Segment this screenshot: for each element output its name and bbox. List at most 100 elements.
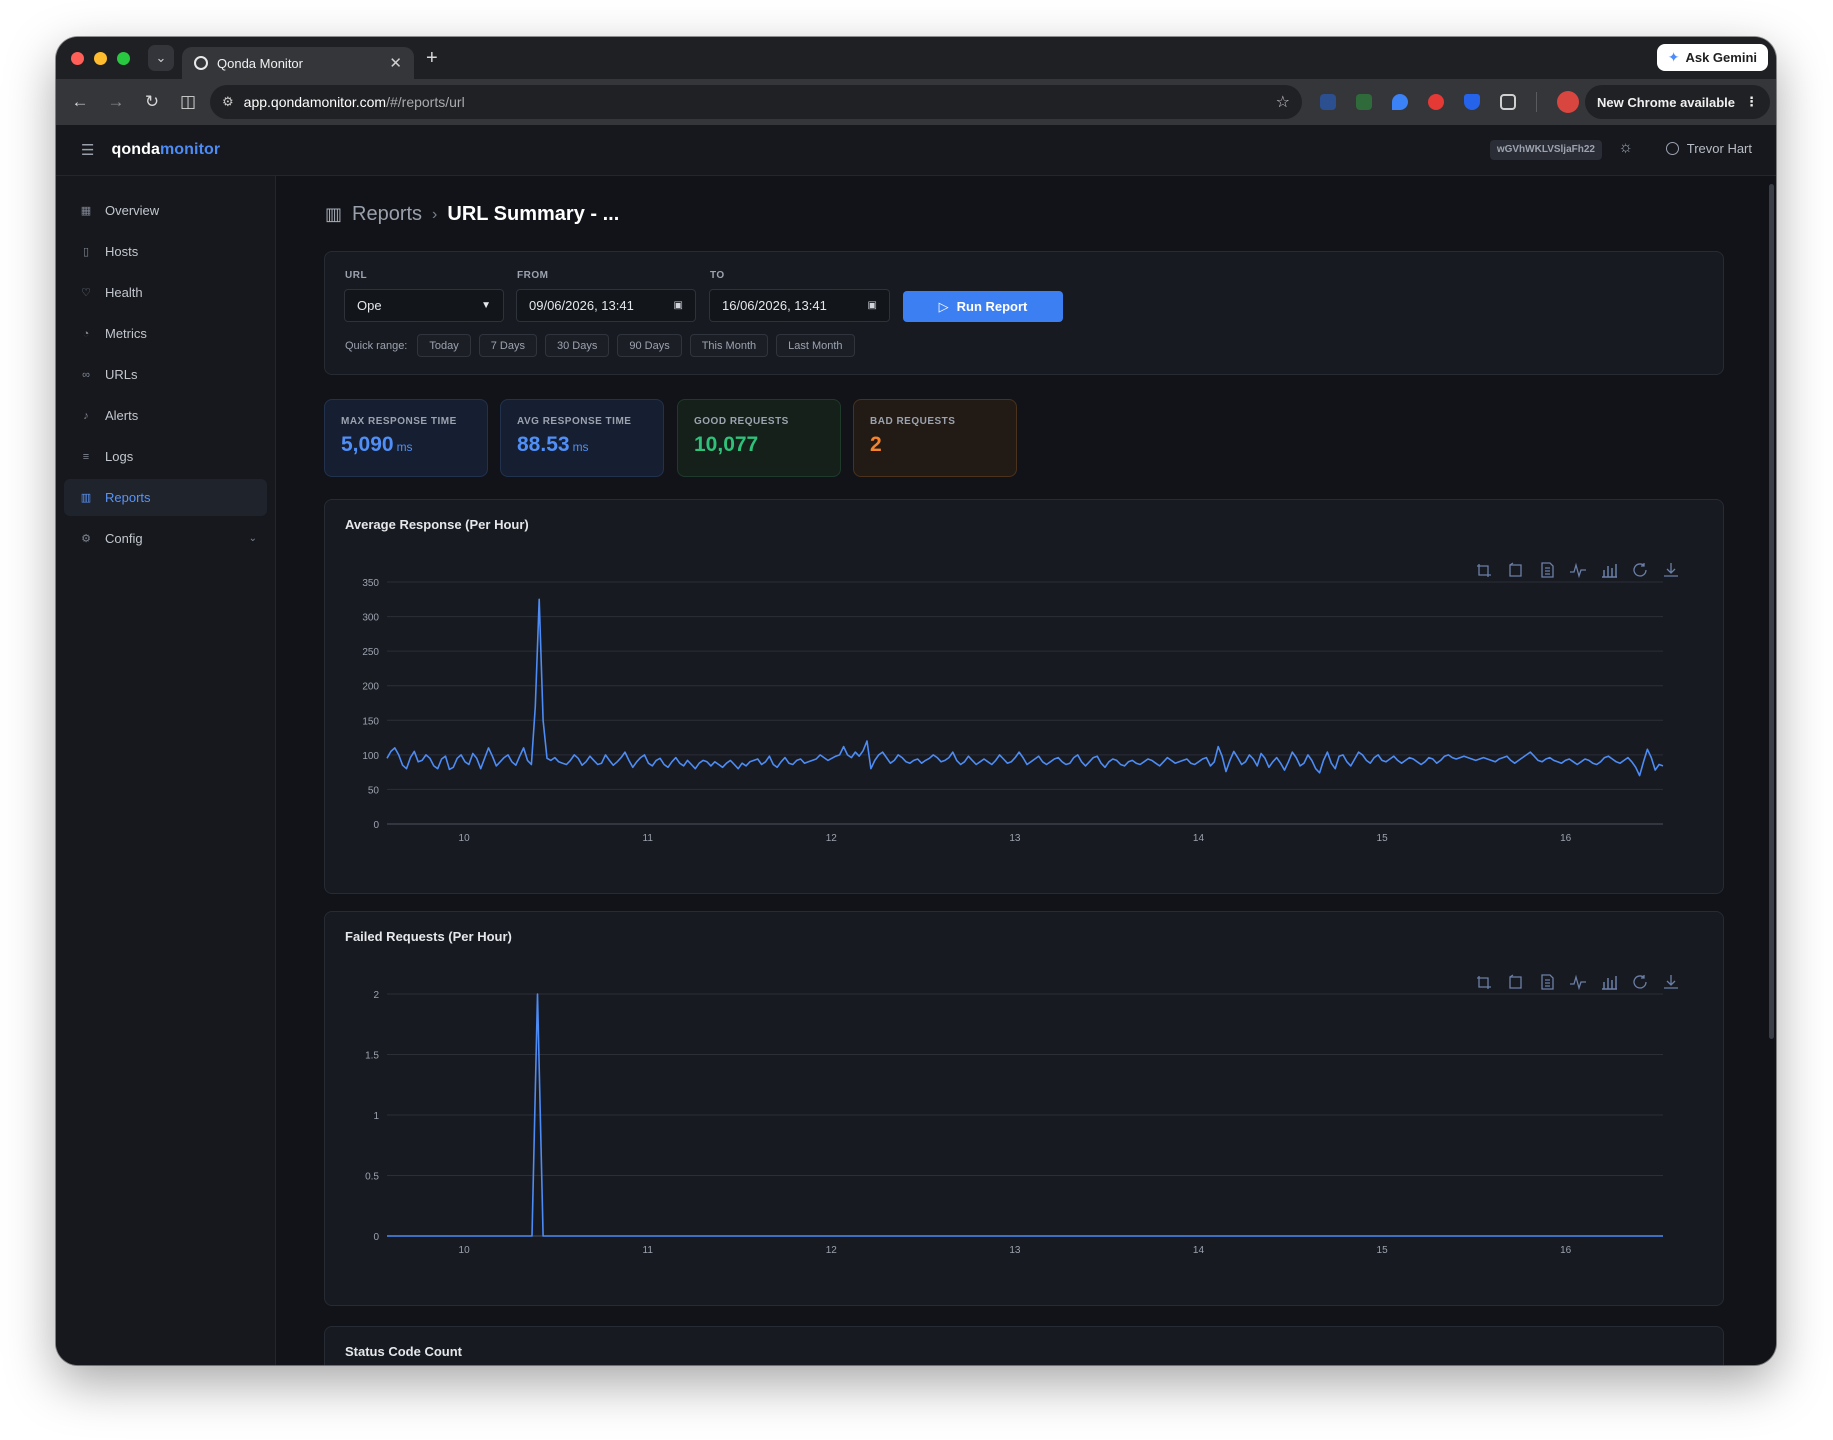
sidebar-item-alerts[interactable]: ♪ Alerts — [64, 397, 267, 434]
page-scrollbar[interactable] — [1769, 184, 1774, 1039]
browser-tab[interactable]: Qonda Monitor ✕ — [182, 47, 414, 79]
sidebar-item-metrics[interactable]: ◔ Metrics — [64, 315, 267, 352]
x-tick-label: 12 — [826, 833, 838, 844]
from-datetime-input[interactable]: 09/06/2026, 13:41 ▣ — [516, 289, 696, 322]
ask-gemini-button[interactable]: ✦ Ask Gemini — [1656, 44, 1768, 71]
extension-1-icon[interactable] — [1320, 94, 1336, 110]
stat-good-requests: GOOD REQUESTS 10,077 — [677, 399, 841, 477]
quick-range-bar: Quick range: Today 7 Days 30 Days 90 Day… — [345, 334, 855, 357]
chevron-down-icon: ▼ — [481, 300, 491, 311]
failed-requests-line-chart: 0 0.5 1 1.5 2 10 11 12 13 14 15 16 — [365, 990, 1663, 1256]
quick-range-90-days[interactable]: 90 Days — [617, 334, 682, 357]
sidebar-item-reports[interactable]: ▥ Reports — [64, 479, 267, 516]
user-menu[interactable]: Trevor Hart — [1665, 141, 1752, 156]
breadcrumb-reports-link[interactable]: Reports — [352, 203, 422, 226]
gemini-spark-icon: ✦ — [1667, 49, 1680, 65]
failed-requests-chart-card: Failed Requests (Per Hour) 0 0.5 1 1.5 2 10 11… — [324, 911, 1724, 1306]
run-report-label: Run Report — [956, 299, 1028, 314]
url-select[interactable]: Ope ▼ — [344, 289, 504, 322]
url-text[interactable]: app.qondamonitor.com/#/reports/url — [244, 94, 1266, 110]
stat-value: 2 — [870, 433, 882, 456]
main-content: ▥ Reports › URL Summary - ... URL Ope ▼ … — [276, 176, 1776, 1365]
bell-icon: ♪ — [83, 409, 89, 422]
to-datetime-input[interactable]: 16/06/2026, 13:41 ▣ — [709, 289, 890, 322]
new-chrome-available-button[interactable]: New Chrome available ⋮ — [1585, 85, 1770, 119]
sidebar-item-urls[interactable]: ∞ URLs — [64, 356, 267, 393]
to-datetime-value: 16/06/2026, 13:41 — [722, 298, 827, 313]
stat-avg-response-time: AVG RESPONSE TIME 88.53 ms — [500, 399, 664, 477]
extension-4-icon[interactable] — [1428, 94, 1444, 110]
y-tick-label: 100 — [362, 751, 379, 762]
reload-icon[interactable]: ↻ — [134, 92, 170, 112]
x-tick-label: 11 — [643, 1245, 654, 1256]
report-filter-card: URL Ope ▼ FROM 09/06/2026, 13:41 ▣ TO 16… — [324, 251, 1724, 375]
sidebar-item-label: Logs — [105, 449, 134, 464]
stat-label: MAX RESPONSE TIME — [341, 416, 457, 427]
run-report-button[interactable]: ▷ Run Report — [903, 291, 1063, 322]
extensions-puzzle-icon[interactable] — [1500, 94, 1516, 110]
profile-avatar[interactable] — [1557, 91, 1579, 113]
quick-range-last-month[interactable]: Last Month — [776, 334, 855, 357]
tab-search-icon[interactable]: ⌄ — [148, 45, 174, 71]
close-tab-icon[interactable]: ✕ — [389, 54, 402, 72]
sidebar-item-label: Alerts — [105, 408, 139, 423]
theme-toggle-sun-icon[interactable]: ☼ — [1618, 139, 1633, 157]
brand-logo[interactable]: qondamonitor — [111, 141, 220, 159]
sidebar-item-label: Health — [105, 285, 143, 300]
quick-range-today[interactable]: Today — [417, 334, 471, 357]
y-tick-label: 250 — [362, 647, 379, 658]
ask-gemini-label: Ask Gemini — [1685, 50, 1757, 65]
quick-range-7-days[interactable]: 7 Days — [478, 334, 537, 357]
chevron-down-icon: ⌄ — [248, 533, 257, 544]
back-arrow-icon[interactable]: ← — [62, 92, 98, 112]
new-tab-icon[interactable]: + — [426, 47, 438, 70]
extension-3-icon[interactable] — [1392, 94, 1408, 110]
window-controls — [71, 51, 130, 65]
stat-max-response-time: MAX RESPONSE TIME 5,090 ms — [324, 399, 488, 477]
minimize-window-button[interactable] — [94, 51, 107, 65]
play-icon: ▷ — [938, 298, 949, 314]
sidebar-item-label: URLs — [105, 367, 138, 382]
x-tick-label: 16 — [1560, 833, 1572, 844]
quick-range-this-month[interactable]: This Month — [689, 334, 769, 357]
status-code-card: Status Code Count — [324, 1326, 1724, 1365]
sidebar-item-label: Metrics — [105, 326, 147, 341]
x-tick-label: 11 — [643, 833, 654, 844]
sidebar-item-logs[interactable]: ≡ Logs — [64, 438, 267, 475]
sidebar-item-health[interactable]: ♡ Health — [64, 274, 267, 311]
site-settings-icon[interactable]: ⚙ — [222, 94, 234, 110]
x-tick-label: 13 — [1009, 1245, 1021, 1256]
breadcrumb-separator-icon: › — [432, 205, 438, 223]
extensions-row — [1320, 91, 1579, 113]
toolbar-divider — [1536, 92, 1537, 112]
close-window-button[interactable] — [71, 51, 84, 65]
calendar-icon[interactable]: ▣ — [868, 300, 877, 311]
bar-chart-icon: ▥ — [325, 204, 343, 224]
forward-arrow-icon[interactable]: → — [98, 92, 134, 112]
series-line[interactable] — [386, 598, 1664, 777]
quick-range-30-days[interactable]: 30 Days — [544, 334, 610, 357]
gauge-icon: ◔ — [82, 327, 90, 340]
bitwarden-shield-icon[interactable] — [1464, 94, 1480, 110]
extension-2-icon[interactable] — [1356, 94, 1372, 110]
heart-icon: ♡ — [81, 287, 91, 299]
tab-strip: ⌄ Qonda Monitor ✕ + ✦ Ask Gemini — [56, 37, 1776, 79]
stat-label: BAD REQUESTS — [870, 416, 956, 427]
hamburger-menu-icon[interactable]: ☰ — [81, 141, 94, 159]
maximize-window-button[interactable] — [117, 51, 130, 65]
address-bar[interactable]: ⚙ app.qondamonitor.com/#/reports/url ☆ — [210, 85, 1302, 119]
sidebar-item-hosts[interactable]: ▯ Hosts — [64, 233, 267, 270]
sidebar-item-label: Overview — [105, 203, 160, 218]
qonda-favicon-icon — [194, 56, 208, 70]
sidebar-item-overview[interactable]: ▦ Overview — [64, 192, 267, 229]
more-menu-icon[interactable]: ⋮ — [1745, 94, 1758, 110]
bookmark-star-icon[interactable]: ☆ — [1276, 92, 1290, 112]
url-select-value: Ope — [357, 298, 382, 313]
grid-icon: ▦ — [80, 205, 92, 217]
split-view-icon[interactable]: ◫ — [170, 92, 206, 112]
server-icon: ▯ — [82, 246, 90, 258]
calendar-icon[interactable]: ▣ — [674, 300, 683, 311]
x-tick-label: 10 — [459, 1245, 471, 1256]
sidebar-item-config[interactable]: ⚙ Config ⌄ — [64, 520, 267, 557]
x-tick-label: 16 — [1560, 1245, 1572, 1256]
